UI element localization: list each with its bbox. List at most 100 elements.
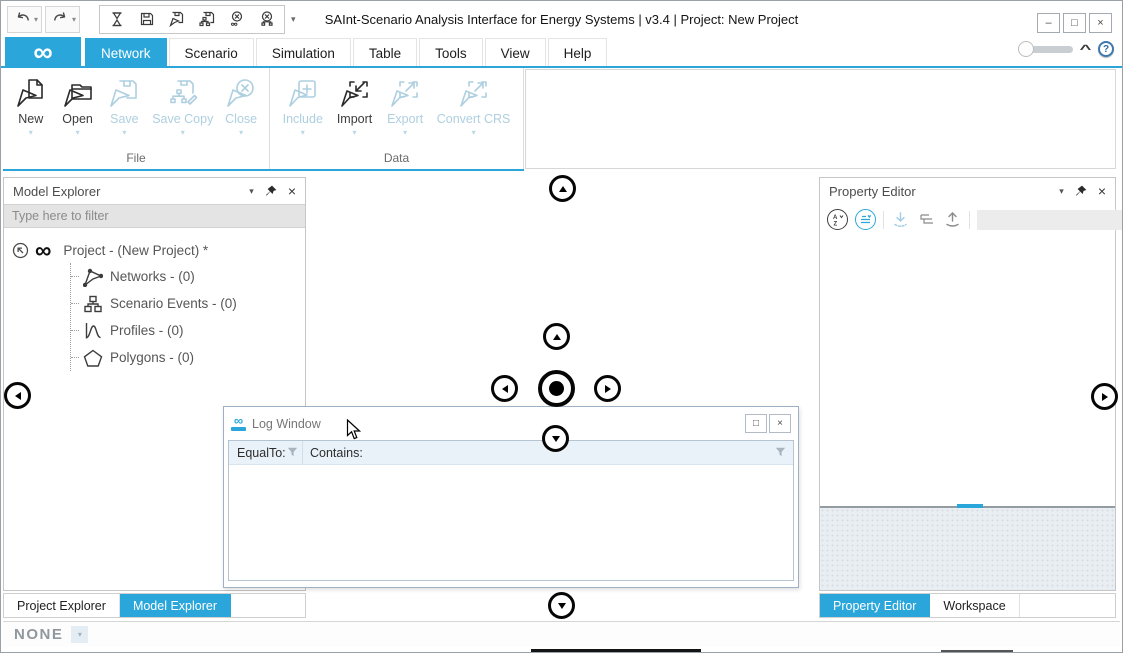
export-icon: [390, 78, 420, 111]
sort-alphabetical-icon[interactable]: AZ: [827, 209, 848, 230]
dock-guide-center-fill[interactable]: [538, 370, 575, 407]
dock-guide-bottom[interactable]: [548, 592, 575, 619]
model-explorer-header[interactable]: Model Explorer ▾ ×: [4, 178, 305, 204]
tab-help[interactable]: Help: [548, 38, 608, 67]
pin-icon[interactable]: [265, 185, 277, 197]
ribbon-open-button[interactable]: Open ▾: [59, 78, 97, 137]
tree-root-project[interactable]: ∞ Project - (New Project) *: [12, 237, 305, 263]
ribbon-empty-area: [525, 69, 1116, 169]
close-button[interactable]: ×: [1089, 13, 1112, 33]
ribbon-new-button[interactable]: New ▾: [12, 78, 50, 137]
zoom-slider[interactable]: [1018, 41, 1073, 57]
tab-view[interactable]: View: [485, 38, 546, 67]
collapse-ribbon-chevron-icon[interactable]: ^: [1080, 42, 1092, 56]
tree-node-networks[interactable]: Networks - (0): [71, 263, 305, 290]
tab-tools[interactable]: Tools: [419, 38, 483, 67]
filter-funnel-icon[interactable]: [287, 447, 298, 458]
dock-guide-center-right[interactable]: [594, 375, 621, 402]
log-window[interactable]: ∞ Log Window □ × EqualTo: Contains:: [223, 406, 799, 588]
slider-knob[interactable]: [1018, 41, 1034, 57]
tab-table[interactable]: Table: [353, 38, 417, 67]
dock-guide-left[interactable]: [4, 382, 31, 409]
filter-contains-label: Contains:: [310, 446, 363, 460]
panel-close-icon[interactable]: ×: [288, 184, 296, 198]
dropdown-caret-icon[interactable]: ▾: [403, 128, 407, 137]
dock-guide-center-bottom[interactable]: [542, 425, 569, 452]
panel-menu-caret-icon[interactable]: ▾: [249, 186, 254, 197]
dock-guide-right[interactable]: [1091, 383, 1118, 410]
ribbon-convert-crs-button[interactable]: Convert CRS ▾: [437, 78, 511, 137]
panel-menu-caret-icon[interactable]: ▾: [1059, 186, 1064, 197]
dock-guide-center-top[interactable]: [543, 323, 570, 350]
ribbon-close-button[interactable]: Close ▾: [222, 78, 260, 137]
tree-list-view-icon[interactable]: [917, 210, 936, 229]
dropdown-caret-icon[interactable]: ▾: [472, 128, 476, 137]
selection-status-label: NONE: [14, 626, 63, 643]
log-filter-equalto[interactable]: EqualTo:: [229, 441, 302, 464]
dropdown-caret-icon[interactable]: ▾: [181, 128, 185, 137]
ribbon-button-label: Open: [62, 112, 93, 126]
profiles-icon: [81, 321, 105, 341]
log-maximize-button[interactable]: □: [745, 414, 767, 433]
dropdown-caret-icon[interactable]: ▾: [122, 128, 126, 137]
right-panel-tab-strip: Property Editor Workspace: [819, 593, 1116, 618]
panel-title-label: Model Explorer: [13, 184, 238, 199]
tree-node-label[interactable]: Scenario Events - (0): [110, 296, 237, 311]
tab-property-editor[interactable]: Property Editor: [820, 594, 930, 617]
dropdown-caret-icon[interactable]: ▾: [353, 128, 357, 137]
tree-node-label[interactable]: Networks - (0): [110, 269, 195, 284]
tabbar-right-controls: ^ ?: [1018, 41, 1114, 57]
tree-node-polygons[interactable]: Polygons - (0): [71, 344, 305, 371]
log-message-list[interactable]: [229, 465, 793, 580]
dropdown-caret-icon[interactable]: ▾: [239, 128, 243, 137]
expand-all-icon[interactable]: [891, 210, 910, 229]
dropdown-caret-icon[interactable]: ▾: [301, 128, 305, 137]
toolbar-separator: [883, 211, 884, 229]
ribbon-button-label: Export: [387, 112, 423, 126]
tab-model-explorer[interactable]: Model Explorer: [120, 594, 231, 617]
save-network-icon: [109, 78, 139, 111]
ribbon-save-button[interactable]: Save ▾: [105, 78, 143, 137]
tab-project-explorer[interactable]: Project Explorer: [4, 594, 120, 617]
ribbon-import-button[interactable]: Import ▾: [336, 78, 374, 137]
model-explorer-filter[interactable]: [4, 204, 305, 228]
tree-node-scenario-events[interactable]: Scenario Events - (0): [71, 290, 305, 317]
tree-node-label[interactable]: Project - (New Project) *: [63, 243, 208, 258]
filter-funnel-icon[interactable]: [775, 447, 786, 458]
tab-network[interactable]: Network: [85, 38, 167, 67]
export-properties-icon[interactable]: [943, 210, 962, 229]
panel-close-icon[interactable]: ×: [1098, 184, 1106, 198]
minimize-button[interactable]: –: [1037, 13, 1060, 33]
log-close-button[interactable]: ×: [769, 414, 791, 433]
ribbon-save-copy-button[interactable]: Save Copy ▾: [152, 78, 213, 137]
tab-simulation[interactable]: Simulation: [256, 38, 351, 67]
tree-node-label[interactable]: Polygons - (0): [110, 350, 194, 365]
dock-guide-center-left[interactable]: [491, 375, 518, 402]
selection-dropdown-caret-icon[interactable]: ▾: [71, 626, 88, 643]
help-icon[interactable]: ?: [1098, 41, 1114, 57]
pin-icon[interactable]: [1075, 185, 1087, 197]
app-logo-button[interactable]: ∞: [5, 37, 81, 67]
property-editor-panel: Property Editor ▾ × AZ: [819, 177, 1116, 591]
dropdown-caret-icon[interactable]: ▾: [29, 128, 33, 137]
log-window-titlebar[interactable]: ∞ Log Window □ ×: [228, 407, 794, 440]
tree-node-profiles[interactable]: Profiles - (0): [71, 317, 305, 344]
save-copy-icon: [168, 78, 198, 111]
tab-scenario[interactable]: Scenario: [169, 38, 254, 67]
dock-guide-top[interactable]: [549, 175, 576, 202]
dropdown-caret-icon[interactable]: ▾: [76, 128, 80, 137]
tab-workspace[interactable]: Workspace: [930, 594, 1019, 617]
ribbon-export-button[interactable]: Export ▾: [386, 78, 424, 137]
log-filter-row: EqualTo: Contains:: [229, 441, 793, 465]
property-search-box[interactable]: [977, 210, 1123, 230]
filter-input[interactable]: [12, 209, 297, 223]
maximize-button[interactable]: □: [1063, 13, 1086, 33]
network-icon: [81, 267, 105, 287]
property-editor-header[interactable]: Property Editor ▾ ×: [820, 178, 1115, 204]
tree-collapse-toggle-icon[interactable]: [12, 242, 29, 259]
tree-node-label[interactable]: Profiles - (0): [110, 323, 184, 338]
ribbon-include-button[interactable]: Include ▾: [283, 78, 323, 137]
slider-track[interactable]: [1031, 46, 1073, 53]
categorized-view-icon[interactable]: [855, 209, 876, 230]
property-search-input[interactable]: [981, 213, 1123, 227]
